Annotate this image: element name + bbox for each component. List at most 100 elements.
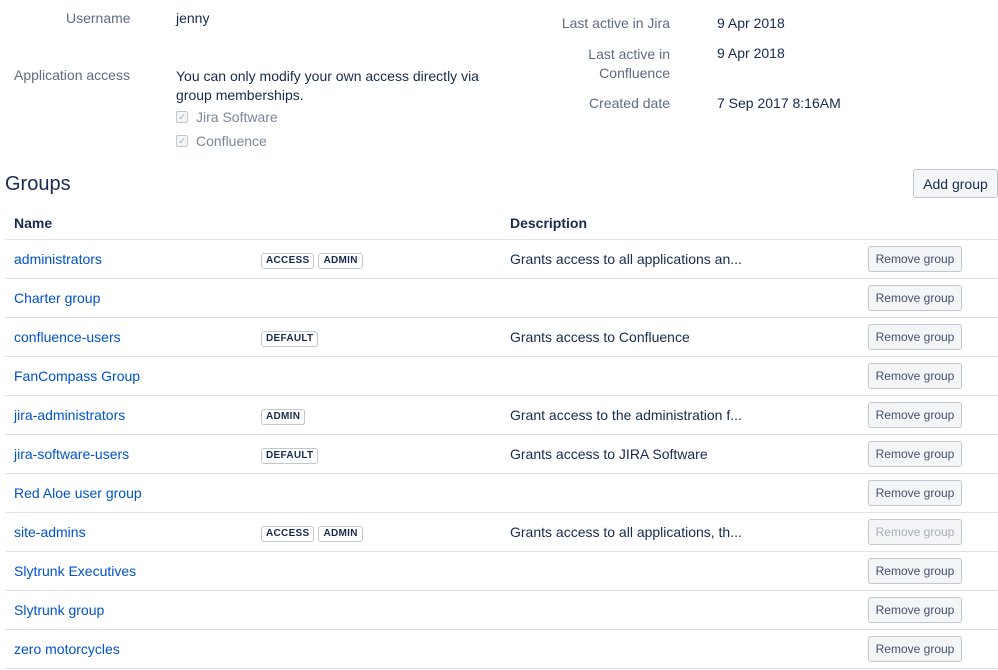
group-name-cell: Charter group	[5, 278, 261, 318]
remove-group-button[interactable]: Remove group	[868, 285, 962, 311]
group-description-cell	[510, 629, 868, 669]
group-badge: DEFAULT	[261, 330, 319, 347]
last-active-confluence-label-line1: Last active in	[588, 46, 670, 62]
group-action-cell: Remove group	[868, 239, 998, 279]
group-action-cell: Remove group	[868, 629, 998, 669]
group-badges-cell	[261, 473, 510, 513]
group-name-cell: confluence-users	[5, 317, 261, 357]
remove-group-button[interactable]: Remove group	[868, 324, 962, 350]
table-row: confluence-users DEFAULT Grants access to …	[5, 317, 998, 357]
group-badges-cell: ACCESS ADMIN	[261, 239, 510, 279]
group-description-cell	[510, 473, 868, 513]
group-badges-cell: ADMIN	[261, 395, 510, 435]
group-description-cell	[510, 551, 868, 591]
remove-group-button: Remove group	[868, 519, 962, 545]
group-badges-cell	[261, 629, 510, 669]
remove-group-button[interactable]: Remove group	[868, 558, 962, 584]
group-description-cell: Grants access to Confluence	[510, 317, 868, 357]
last-active-confluence-value: 9 Apr 2018	[717, 45, 785, 61]
table-row: zero motorcycles Remove group	[5, 629, 998, 669]
group-name-link[interactable]: Charter group	[14, 290, 100, 306]
app-checkbox-label: Jira Software	[196, 109, 278, 125]
group-action-cell: Remove group	[868, 434, 998, 474]
group-description: Grants access to Confluence	[510, 329, 690, 345]
group-name-cell: Slytrunk Executives	[5, 551, 261, 591]
group-name-link[interactable]: zero motorcycles	[14, 641, 120, 657]
app-checkbox-label: Confluence	[196, 133, 267, 149]
group-badges-cell	[261, 356, 510, 396]
last-active-confluence-label: Last active in Confluence	[520, 45, 670, 83]
table-row: Slytrunk group Remove group	[5, 590, 998, 630]
group-action-cell: Remove group	[868, 590, 998, 630]
group-name-cell: jira-administrators	[5, 395, 261, 435]
table-row: Charter group Remove group	[5, 278, 998, 318]
table-row: jira-administrators ADMIN Grant access to …	[5, 395, 998, 435]
table-header-row: Name Description	[5, 207, 998, 240]
group-badge: ACCESS	[261, 252, 315, 269]
add-group-button[interactable]: Add group	[913, 169, 998, 198]
username-value: jenny	[176, 10, 210, 26]
group-name-link[interactable]: site-admins	[14, 524, 86, 540]
group-badges-cell	[261, 278, 510, 318]
created-date-label: Created date	[589, 95, 670, 111]
remove-group-button[interactable]: Remove group	[868, 246, 962, 272]
remove-group-button[interactable]: Remove group	[868, 636, 962, 662]
group-name-link[interactable]: jira-software-users	[14, 446, 129, 462]
group-badges-cell: ACCESS ADMIN	[261, 512, 510, 552]
column-header-name: Name	[5, 207, 510, 240]
remove-group-button[interactable]: Remove group	[868, 480, 962, 506]
group-badges-cell: DEFAULT	[261, 434, 510, 474]
group-name-link[interactable]: Slytrunk group	[14, 602, 104, 618]
group-description-cell	[510, 278, 868, 318]
app-checkbox-confluence[interactable]: ✓ Confluence	[176, 133, 267, 149]
group-description-cell: Grants access to JIRA Software	[510, 434, 868, 474]
table-row: administrators ACCESS ADMIN Grants access t…	[5, 239, 998, 279]
table-row: Red Aloe user group Remove group	[5, 473, 998, 513]
group-name-link[interactable]: Red Aloe user group	[14, 485, 142, 501]
group-badge: ADMIN	[318, 525, 363, 542]
group-name-link[interactable]: confluence-users	[14, 329, 121, 345]
group-badge: DEFAULT	[261, 447, 319, 464]
group-name-link[interactable]: jira-administrators	[14, 407, 125, 423]
table-row: site-admins ACCESS ADMIN Grants access to a…	[5, 512, 998, 552]
remove-group-button[interactable]: Remove group	[868, 402, 962, 428]
remove-group-button[interactable]: Remove group	[868, 441, 962, 467]
group-action-cell: Remove group	[868, 356, 998, 396]
group-action-cell: Remove group	[868, 512, 998, 552]
group-name-link[interactable]: Slytrunk Executives	[14, 563, 136, 579]
last-active-jira-label: Last active in Jira	[561, 15, 670, 31]
group-description-cell: Grants access to all applications, th...	[510, 512, 868, 552]
group-name-cell: jira-software-users	[5, 434, 261, 474]
created-date-value: 7 Sep 2017 8:16AM	[717, 95, 841, 111]
table-row: jira-software-users DEFAULT Grants access …	[5, 434, 998, 474]
remove-group-button[interactable]: Remove group	[868, 597, 962, 623]
groups-table-body: administrators ACCESS ADMIN Grants access t…	[5, 239, 998, 669]
application-access-note-line1: You can only modify your own access dire…	[176, 68, 479, 84]
group-action-cell: Remove group	[868, 395, 998, 435]
column-header-description: Description	[510, 207, 998, 240]
group-badge: ADMIN	[261, 408, 306, 425]
group-name-link[interactable]: FanCompass Group	[14, 368, 140, 384]
table-row: Slytrunk Executives Remove group	[5, 551, 998, 591]
group-name-cell: Slytrunk group	[5, 590, 261, 630]
group-description-cell: Grant access to the administration f...	[510, 395, 868, 435]
group-name-cell: FanCompass Group	[5, 356, 261, 396]
check-icon: ✓	[176, 111, 188, 123]
application-access-label: Application access	[14, 67, 130, 83]
remove-group-button[interactable]: Remove group	[868, 363, 962, 389]
app-checkbox-jira-software[interactable]: ✓ Jira Software	[176, 109, 278, 125]
group-badge: ADMIN	[318, 252, 363, 269]
group-description-cell	[510, 356, 868, 396]
group-description-cell	[510, 590, 868, 630]
group-name-cell: zero motorcycles	[5, 629, 261, 669]
group-action-cell: Remove group	[868, 278, 998, 318]
group-action-cell: Remove group	[868, 551, 998, 591]
group-badge: ACCESS	[261, 525, 315, 542]
group-action-cell: Remove group	[868, 317, 998, 357]
group-description: Grants access to all applications an...	[510, 251, 742, 267]
group-name-link[interactable]: administrators	[14, 251, 102, 267]
group-action-cell: Remove group	[868, 473, 998, 513]
table-row: FanCompass Group Remove group	[5, 356, 998, 396]
username-label: Username	[66, 10, 131, 26]
group-description: Grants access to JIRA Software	[510, 446, 708, 462]
